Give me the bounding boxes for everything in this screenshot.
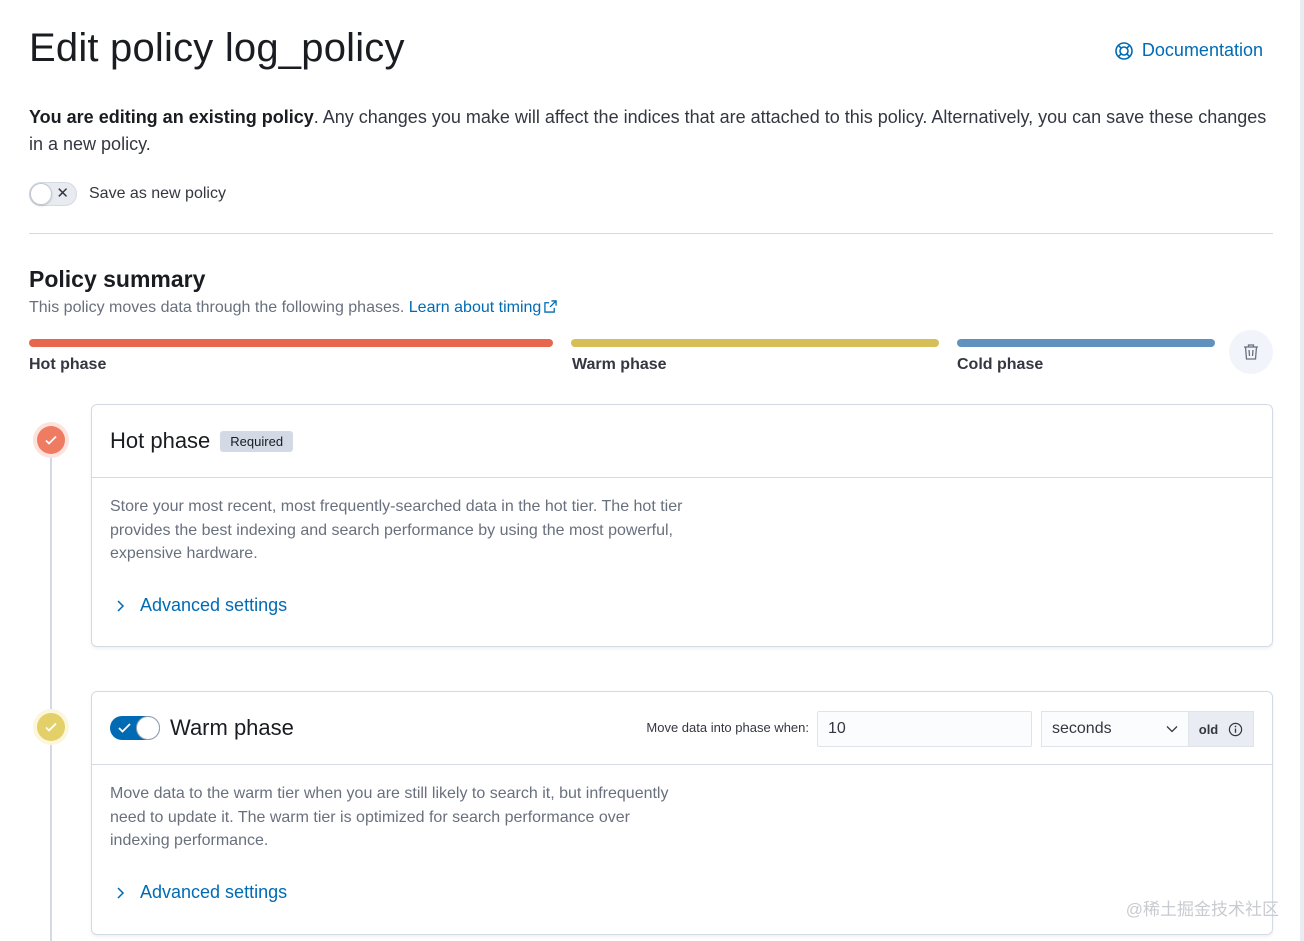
hot-phase-header: Hot phase Required bbox=[92, 405, 1272, 478]
min-age-unit-select[interactable]: seconds bbox=[1041, 711, 1189, 747]
hot-phase-title: Hot phase bbox=[110, 428, 211, 453]
documentation-link[interactable]: Documentation bbox=[1114, 40, 1263, 61]
hot-phase-panel: Hot phase Required Store your most recen… bbox=[91, 404, 1273, 647]
trash-icon bbox=[1244, 344, 1258, 360]
warm-phase-title: Warm phase bbox=[170, 715, 294, 740]
editing-notice: You are editing an existing policy. Any … bbox=[29, 104, 1269, 158]
hot-phase-bar-label: Hot phase bbox=[29, 356, 107, 373]
min-age-input[interactable]: 10 bbox=[817, 711, 1032, 747]
save-as-new-row: ✕ Save as new policy bbox=[29, 182, 226, 206]
min-age-unit-value: seconds bbox=[1052, 720, 1112, 737]
page-edge bbox=[1300, 0, 1304, 941]
old-label: old bbox=[1198, 721, 1219, 737]
warm-advanced-settings-toggle[interactable]: Advanced settings bbox=[116, 882, 287, 903]
policy-summary-description: This policy moves data through the follo… bbox=[29, 299, 558, 317]
watermark: @稀土掘金技术社区 bbox=[1125, 900, 1279, 919]
hot-advanced-settings-label[interactable]: Advanced settings bbox=[140, 595, 287, 616]
page-title: Edit policy log_policy bbox=[29, 26, 405, 70]
warm-phase-bar bbox=[571, 339, 939, 347]
warm-phase-header: Warm phase Move data into phase when: 10… bbox=[92, 692, 1272, 765]
hot-advanced-settings-toggle[interactable]: Advanced settings bbox=[116, 595, 287, 616]
warm-phase-check-icon bbox=[37, 713, 65, 741]
chevron-down-icon bbox=[1166, 726, 1178, 733]
hot-phase-description: Store your most recent, most frequently-… bbox=[110, 498, 683, 562]
section-divider bbox=[29, 233, 1273, 234]
delete-phase-button[interactable] bbox=[1229, 330, 1273, 374]
save-as-new-switch[interactable]: ✕ bbox=[29, 182, 77, 206]
warm-phase-switch[interactable] bbox=[110, 716, 160, 740]
switch-knob bbox=[30, 183, 52, 205]
timeline-line bbox=[50, 454, 52, 941]
help-lifebuoy-icon bbox=[1115, 41, 1133, 60]
chevron-right-icon bbox=[117, 599, 125, 612]
hot-phase-bar bbox=[29, 339, 553, 347]
cold-phase-bar bbox=[957, 339, 1215, 347]
editing-notice-bold: You are editing an existing policy bbox=[29, 107, 314, 127]
learn-timing-link[interactable]: Learn about timing bbox=[409, 299, 558, 316]
chevron-right-icon bbox=[117, 886, 125, 899]
external-link-icon bbox=[544, 300, 558, 313]
hot-phase-check-icon bbox=[37, 426, 65, 454]
cross-icon: ✕ bbox=[56, 185, 69, 202]
warm-phase-bar-label: Warm phase bbox=[572, 356, 667, 373]
move-data-label: Move data into phase when: bbox=[646, 720, 809, 735]
cold-phase-bar-label: Cold phase bbox=[957, 356, 1044, 373]
old-append: old bbox=[1189, 711, 1254, 747]
check-icon bbox=[118, 723, 131, 733]
save-as-new-label: Save as new policy bbox=[89, 185, 226, 202]
policy-summary-title: Policy summary bbox=[29, 266, 206, 292]
info-icon[interactable] bbox=[1228, 722, 1243, 737]
summary-text: This policy moves data through the follo… bbox=[29, 299, 405, 316]
warm-phase-panel: Warm phase Move data into phase when: 10… bbox=[91, 691, 1273, 935]
warm-advanced-settings-label[interactable]: Advanced settings bbox=[140, 882, 287, 903]
learn-timing-label[interactable]: Learn about timing bbox=[409, 299, 542, 316]
documentation-label[interactable]: Documentation bbox=[1142, 40, 1263, 61]
required-badge: Required bbox=[220, 430, 294, 452]
warm-phase-description: Move data to the warm tier when you are … bbox=[110, 785, 669, 849]
switch-knob bbox=[136, 716, 160, 740]
